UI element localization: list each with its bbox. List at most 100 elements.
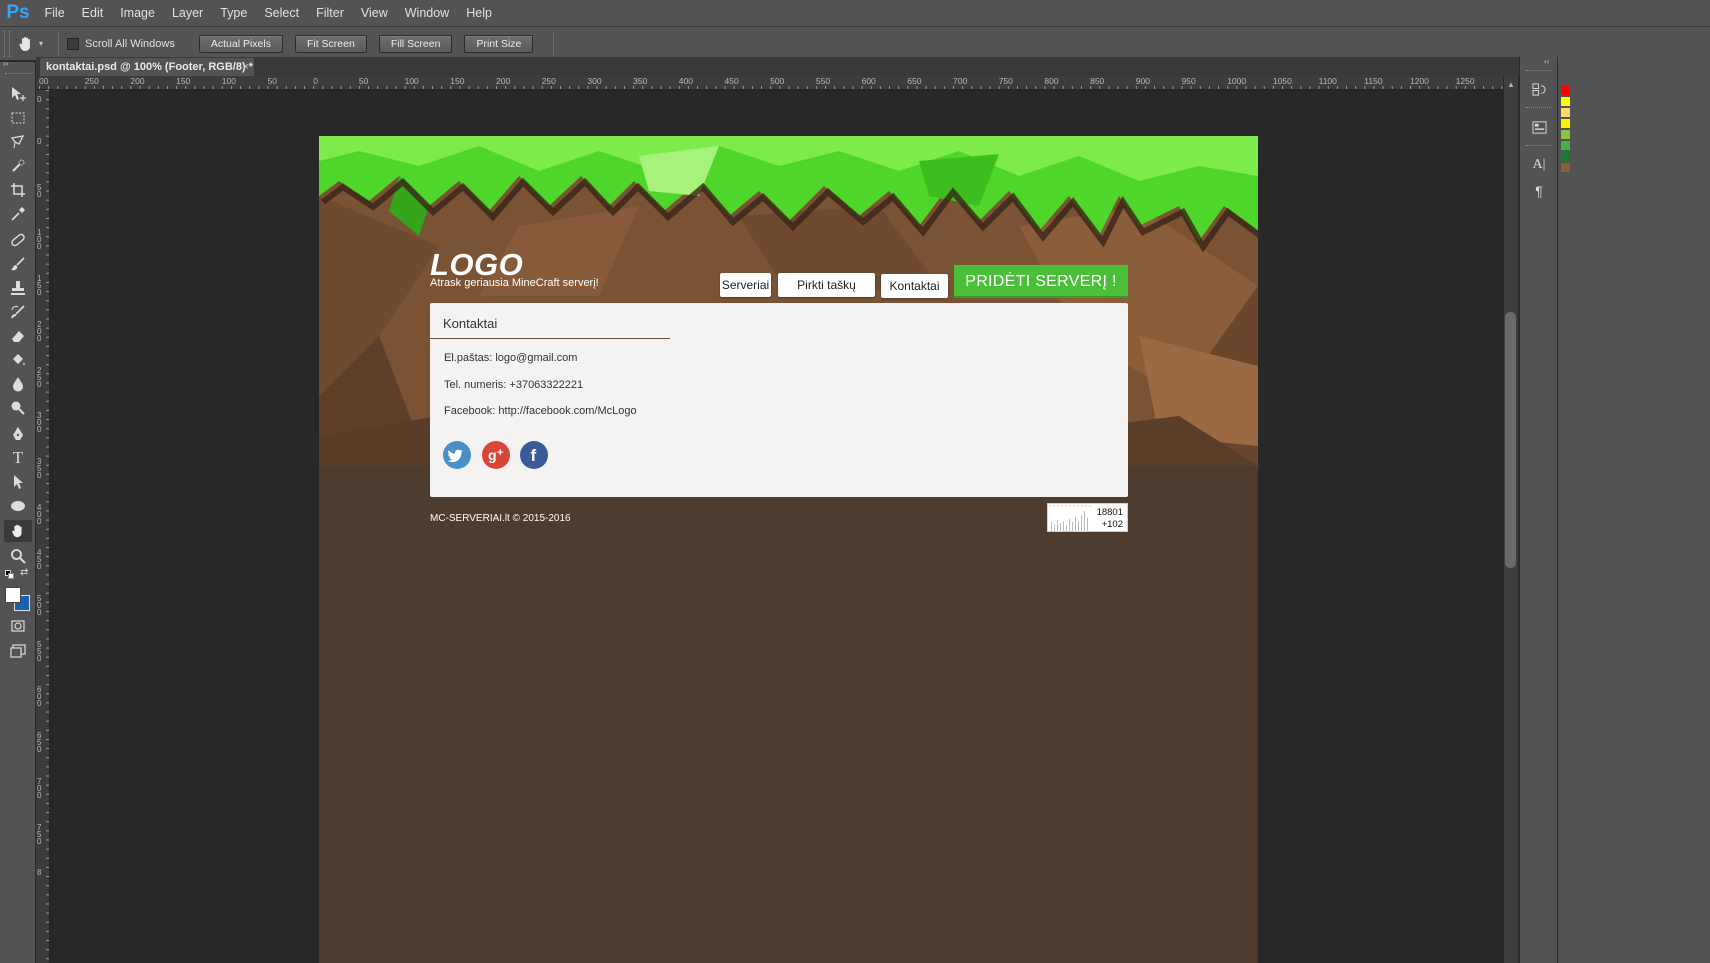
fit-screen-button[interactable]: Fit Screen [294, 34, 367, 53]
twitter-icon[interactable] [443, 441, 471, 469]
options-divider [553, 31, 555, 56]
ruler-label: 50 [267, 76, 277, 86]
menu-window[interactable]: Window [396, 0, 457, 27]
add-server-button[interactable]: PRIDĖTI SERVERĮ ! [954, 265, 1128, 298]
screen-mode-icon[interactable] [4, 640, 32, 662]
blur-icon[interactable] [4, 373, 32, 395]
menu-edit[interactable]: Edit [73, 0, 112, 27]
ruler-label: 1000 [1227, 76, 1247, 86]
menu-select[interactable]: Select [256, 0, 308, 27]
move-icon[interactable] [4, 83, 32, 105]
ruler-label: 00 [39, 76, 49, 86]
visitor-counter[interactable]: 18801 +102 [1047, 503, 1128, 532]
menu-layer[interactable]: Layer [163, 0, 211, 27]
path-select-icon[interactable] [4, 471, 32, 493]
panel-grip [1526, 145, 1552, 146]
ruler-label: 950 [1181, 76, 1196, 86]
horizontal-ruler[interactable]: 00 250 200 150 100 50 0 50 100 150 200 250 300 350 400… [36, 76, 1503, 90]
scroll-all-windows-checkbox[interactable] [67, 37, 79, 50]
ellipse-icon[interactable] [4, 495, 32, 517]
vertical-scrollbar[interactable]: ▲ [1503, 76, 1518, 963]
nav-kontaktai[interactable]: Kontaktai [881, 274, 948, 298]
nav-serveriai[interactable]: Serveriai [720, 273, 771, 297]
marquee-icon[interactable] [4, 107, 32, 129]
contact-email: El.paštas: logo@gmail.com [444, 352, 578, 364]
tool-preset-picker[interactable]: ▾ [10, 31, 50, 57]
ruler-label: 50 [358, 76, 369, 86]
close-icon[interactable]: × [243, 58, 249, 76]
actual-pixels-button[interactable]: Actual Pixels [198, 34, 283, 53]
document-tab[interactable]: kontaktai.psd @ 100% (Footer, RGB/8) * × [40, 58, 254, 76]
document-canvas[interactable]: LOGO Atrask geriausia MineCraft serverį!… [319, 136, 1258, 963]
lasso-icon[interactable] [4, 131, 32, 153]
ruler-label: 100 [37, 228, 42, 252]
nav-pirkti-tasku[interactable]: Pirkti taškų [778, 273, 875, 297]
ruler-label: 750 [998, 76, 1013, 86]
swatches-panel-edge [1557, 57, 1710, 963]
swatch[interactable] [1561, 97, 1570, 106]
scrollbar-thumb[interactable] [1505, 312, 1516, 568]
ruler-label: 250 [84, 76, 99, 86]
pen-icon[interactable] [4, 423, 32, 445]
google-plus-icon[interactable]: g + [482, 441, 510, 469]
vertical-ruler[interactable]: 0 0 50 100 150 200 250 300 350 400 450 500 550 600 650… [36, 90, 50, 963]
menu-file[interactable]: File [36, 0, 73, 27]
swatch[interactable] [1561, 119, 1570, 128]
hand-icon[interactable] [4, 520, 32, 542]
default-colors-icon[interactable] [5, 570, 14, 579]
panel-grip [1526, 107, 1552, 108]
canvas-area[interactable]: LOGO Atrask geriausia MineCraft serverį!… [51, 91, 1503, 963]
character-panel-icon[interactable]: A| [1529, 155, 1549, 175]
panel-collapse-icon[interactable]: ‹‹ [1544, 57, 1549, 66]
quick-mask-icon[interactable] [4, 615, 32, 637]
ruler-label: 200 [496, 76, 511, 86]
swap-colors-icon[interactable]: ⇄ [20, 567, 28, 578]
options-divider [58, 31, 59, 56]
foreground-color-swatch[interactable] [5, 587, 21, 603]
eraser-icon[interactable] [4, 325, 32, 347]
scroll-up-icon[interactable]: ▲ [1507, 80, 1515, 89]
ruler-label: 1200 [1410, 76, 1429, 86]
contact-phone: Tel. numeris: +37063322221 [444, 379, 584, 391]
menu-image[interactable]: Image [112, 0, 164, 27]
type-icon[interactable]: T [4, 447, 32, 469]
panel-grip [1526, 70, 1552, 71]
dodge-icon[interactable] [4, 397, 32, 419]
ruler-label: 250 [541, 76, 556, 86]
history-panel-icon[interactable] [1529, 79, 1549, 99]
properties-panel-icon[interactable] [1529, 117, 1549, 137]
swatch[interactable] [1561, 108, 1570, 117]
eyedropper-icon[interactable] [4, 203, 32, 225]
zoom-icon[interactable] [4, 545, 32, 567]
ruler-label: 500 [770, 76, 785, 86]
ruler-label: 350 [37, 456, 42, 480]
facebook-icon[interactable]: f [520, 441, 548, 469]
fill-screen-button[interactable]: Fill Screen [378, 34, 453, 53]
ruler-label: 700 [37, 776, 42, 800]
crop-icon[interactable] [4, 179, 32, 201]
brush-icon[interactable] [4, 253, 32, 275]
menu-filter[interactable]: Filter [308, 0, 353, 27]
menu-help[interactable]: Help [458, 0, 501, 27]
swatch[interactable] [1561, 152, 1570, 161]
swatch[interactable] [1561, 141, 1570, 150]
toolbar-collapse-icon[interactable]: ›› [3, 59, 8, 68]
swatch[interactable] [1561, 163, 1570, 172]
history-brush-icon[interactable] [4, 301, 32, 323]
swatch[interactable] [1561, 86, 1570, 95]
healing-brush-icon[interactable] [4, 229, 32, 251]
menu-type[interactable]: Type [212, 0, 256, 27]
print-size-button[interactable]: Print Size [464, 34, 534, 53]
clone-stamp-icon[interactable] [4, 277, 32, 299]
paint-bucket-icon[interactable] [4, 349, 32, 371]
menu-bar: Ps File Edit Image Layer Type Select Fil… [0, 0, 1710, 27]
ps-logo: Ps [6, 2, 30, 23]
swatch[interactable] [1561, 130, 1570, 139]
menu-view[interactable]: View [352, 0, 396, 27]
contact-facebook[interactable]: Facebook: http://facebook.com/McLogo [444, 405, 637, 417]
ruler-label: 1150 [1364, 76, 1383, 86]
quick-select-icon[interactable] [4, 155, 32, 177]
paragraph-panel-icon[interactable]: ¶ [1529, 181, 1549, 201]
hand-icon [19, 36, 30, 51]
ruler-label: 8 [37, 868, 42, 878]
